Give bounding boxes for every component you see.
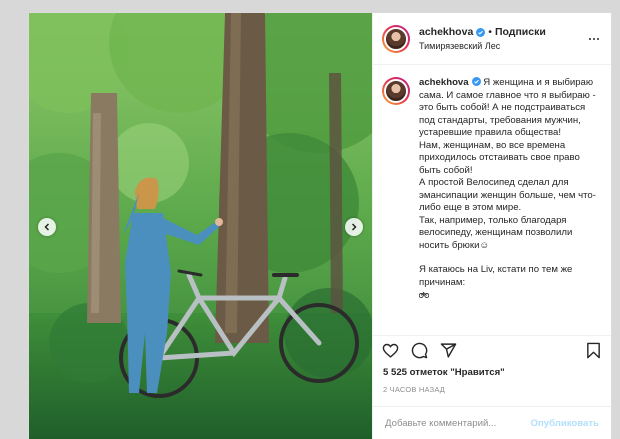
comment-box: Опубликовать <box>373 406 611 439</box>
action-bar <box>373 335 611 365</box>
publish-button[interactable]: Опубликовать <box>530 418 599 429</box>
avatar-icon <box>384 26 408 51</box>
more-icon <box>589 37 591 40</box>
avatar[interactable] <box>382 24 410 53</box>
more-icon-dot <box>593 37 595 40</box>
more-icon-dot <box>597 37 599 40</box>
caption-text: achekhova Я женщина и я выбираю сама. И … <box>419 77 601 335</box>
dot-separator: • <box>488 26 492 38</box>
caption-area: achekhova Я женщина и я выбираю сама. И … <box>373 65 611 335</box>
header-text: achekhova • Подписки Тимирязевский Лес <box>419 26 587 51</box>
caption-username[interactable]: achekhova <box>419 77 469 88</box>
post-timestamp[interactable]: 2 ЧАСОВ НАЗАД <box>373 378 611 398</box>
caption-line: Нам, женщинам, во все времена приходилос… <box>419 139 580 176</box>
carousel-prev-button[interactable] <box>38 218 56 236</box>
chevron-left-icon <box>44 223 50 231</box>
caption-line: А простой Велосипед сделал для эмансипац… <box>419 177 596 213</box>
comment-icon[interactable] <box>411 342 428 359</box>
caption-line: Я катаюсь на Liv, кстати по тем же причи… <box>419 264 573 288</box>
bicycle-emoji-icon <box>419 292 429 299</box>
post-header: achekhova • Подписки Тимирязевский Лес <box>373 13 611 65</box>
post-sidebar: achekhova • Подписки Тимирязевский Лес a… <box>372 13 611 439</box>
photo-image <box>29 13 372 439</box>
verified-icon <box>476 27 486 37</box>
more-options-button[interactable] <box>587 37 601 40</box>
likes-count[interactable]: 5 525 отметок "Нравится" <box>373 365 611 378</box>
header-row: achekhova • Подписки <box>419 26 587 38</box>
instagram-post: achekhova • Подписки Тимирязевский Лес a… <box>28 12 612 439</box>
caption-emoji-line <box>419 289 601 302</box>
caption-line: Так, например, только благодаря велосипе… <box>419 214 573 251</box>
comment-input[interactable] <box>385 417 531 429</box>
location-link[interactable]: Тимирязевский Лес <box>419 41 587 51</box>
caption-gap <box>419 252 601 264</box>
carousel-next-button[interactable] <box>345 218 363 236</box>
follow-button[interactable]: Подписки <box>495 26 546 38</box>
avatar-icon <box>384 79 408 103</box>
heart-icon[interactable] <box>382 342 399 359</box>
caption-paragraph: achekhova Я женщина и я выбираю сама. И … <box>419 77 601 140</box>
chevron-right-icon <box>351 223 357 231</box>
author-username[interactable]: achekhova <box>419 26 473 38</box>
bookmark-icon[interactable] <box>585 342 602 359</box>
verified-icon <box>472 77 482 86</box>
caption-avatar[interactable] <box>382 77 410 105</box>
share-icon[interactable] <box>440 342 457 359</box>
post-photo[interactable] <box>29 13 372 439</box>
